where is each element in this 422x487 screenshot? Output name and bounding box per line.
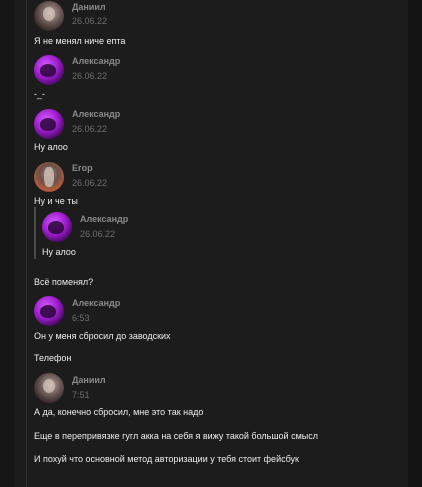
daniil-avatar[interactable] — [34, 373, 64, 403]
message-author[interactable]: Александр — [72, 109, 120, 119]
quoted-text: Ну алоо — [42, 247, 76, 257]
message-text: Ну алоо — [34, 142, 68, 152]
message-text: Телефон — [34, 353, 72, 363]
message-author[interactable]: Александр — [72, 56, 120, 66]
message-author[interactable]: Даниил — [72, 375, 106, 385]
message-text: А да, конечно сбросил, мне это так надо — [34, 407, 204, 417]
quoted-author: Александр — [80, 214, 129, 224]
alexandr-avatar — [42, 212, 72, 242]
message-time: 26.06.22 — [72, 178, 108, 188]
message-text: Всё поменял? — [34, 277, 94, 287]
daniil-avatar[interactable] — [34, 1, 64, 31]
message-time: 6:53 — [72, 313, 90, 323]
quoted-time: 26.06.22 — [80, 229, 116, 239]
message-time: 26.06.22 — [72, 71, 108, 81]
egor-avatar[interactable] — [34, 162, 64, 192]
message-text: Я не менял ниче епта — [34, 36, 126, 46]
message-author[interactable]: Александр — [72, 298, 120, 308]
message-text: Он у меня сбросил до заводских — [34, 331, 171, 341]
message-time: 26.06.22 — [72, 16, 108, 26]
alexandr-avatar[interactable] — [34, 109, 64, 139]
message-time: 26.06.22 — [72, 124, 108, 134]
message-time: 7:51 — [72, 390, 90, 400]
message-text: -_- — [34, 89, 45, 99]
message-author[interactable]: Даниил — [72, 2, 106, 12]
scrollbar-track[interactable] — [408, 0, 422, 487]
alexandr-avatar[interactable] — [34, 296, 64, 326]
message-text: И похуй что основной метод авторизации у… — [34, 454, 299, 464]
alexandr-avatar[interactable] — [34, 55, 64, 85]
message-author[interactable]: Егор — [72, 163, 93, 173]
message-text: Ну и че ты — [34, 196, 78, 206]
message-text: Еще в перепривязке гугл акка на себя я в… — [34, 431, 318, 441]
